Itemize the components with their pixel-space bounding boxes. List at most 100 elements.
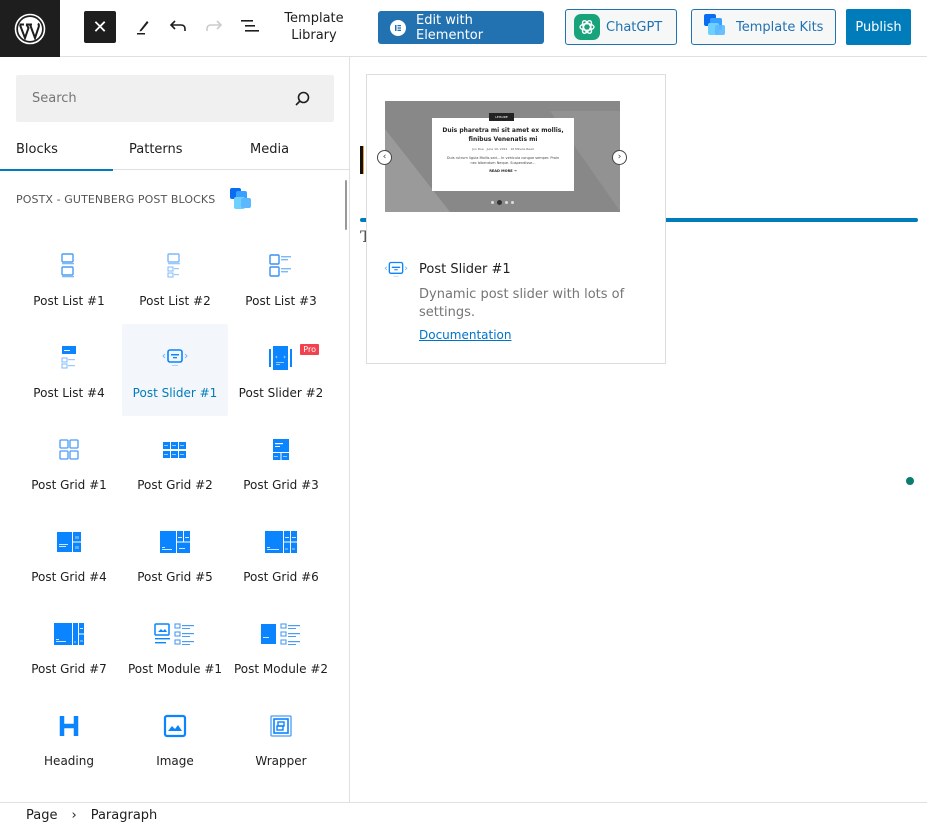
block-item-post-module-2[interactable]: Post Module #2 bbox=[228, 600, 334, 692]
block-inserter-panel: Blocks Patterns Media POSTX - GUTENBERG … bbox=[0, 57, 350, 802]
block-label: Post Slider #2 bbox=[238, 386, 324, 400]
close-inserter-button[interactable]: ✕ bbox=[84, 11, 116, 43]
block-label: Post Grid #4 bbox=[31, 570, 107, 584]
block-item-post-slider-2[interactable]: Pro Post Slider #2 bbox=[228, 324, 334, 416]
block-item-post-list-4[interactable]: Post List #4 bbox=[16, 324, 122, 416]
block-label: Post Grid #2 bbox=[137, 478, 213, 492]
canvas-heading-fragment[interactable] bbox=[360, 146, 364, 174]
template-kits-button[interactable]: Template Kits bbox=[691, 9, 836, 45]
chatgpt-button[interactable]: ChatGPT bbox=[565, 9, 677, 45]
elementor-icon bbox=[390, 19, 406, 36]
block-item-post-grid-3[interactable]: Post Grid #3 bbox=[228, 416, 334, 508]
undo-icon bbox=[169, 20, 186, 31]
chatgpt-logo-icon bbox=[574, 14, 600, 40]
slide-author: Jon Doe bbox=[472, 147, 484, 151]
search-input[interactable] bbox=[16, 75, 276, 122]
chevron-left-icon: ‹ bbox=[377, 150, 392, 165]
category-title: POSTX - GUTENBERG POST BLOCKS bbox=[16, 192, 216, 206]
block-label: Wrapper bbox=[255, 754, 307, 768]
post-grid-3-icon bbox=[257, 432, 305, 468]
editor-toolbar: ✕ Template Library Edit with Elementor C… bbox=[0, 0, 927, 57]
category-header: POSTX - GUTENBERG POST BLOCKS bbox=[16, 187, 253, 211]
block-list: Post List #1 Post List #2 Post List #3 P… bbox=[16, 232, 334, 784]
tab-blocks[interactable]: Blocks bbox=[0, 129, 113, 171]
breadcrumb-paragraph[interactable]: Paragraph bbox=[91, 808, 158, 823]
post-grid-2-icon bbox=[151, 432, 199, 468]
wordpress-logo-button[interactable] bbox=[0, 0, 60, 57]
block-preview-image: LEISURE Duis pharetra mi sit amet ex mol… bbox=[385, 101, 620, 212]
post-slider-2-icon: Pro bbox=[257, 340, 319, 376]
pro-badge: Pro bbox=[300, 344, 319, 355]
elementor-button-label: Edit with Elementor bbox=[415, 12, 484, 43]
pencil-icon bbox=[137, 21, 149, 35]
list-view-icon bbox=[241, 20, 259, 32]
template-library-button[interactable]: Template Library bbox=[278, 10, 350, 44]
post-module-2-icon bbox=[257, 616, 305, 652]
block-breadcrumb: Page › Paragraph bbox=[0, 802, 927, 827]
post-module-1-icon bbox=[151, 616, 199, 652]
postx-logo-icon bbox=[703, 13, 727, 41]
edit-tool-button[interactable] bbox=[130, 14, 154, 38]
slide-read-time: 10 Minute Read bbox=[510, 147, 534, 151]
publish-button[interactable]: Publish bbox=[846, 9, 911, 45]
document-overview-button[interactable] bbox=[238, 14, 262, 38]
slide-date: June 10, 2021 bbox=[486, 147, 508, 151]
close-icon: ✕ bbox=[92, 16, 108, 38]
redo-button[interactable] bbox=[202, 14, 226, 38]
block-item-post-grid-2[interactable]: Post Grid #2 bbox=[122, 416, 228, 508]
block-item-wrapper[interactable]: Wrapper bbox=[228, 692, 334, 784]
block-preview-popover: LEISURE Duis pharetra mi sit amet ex mol… bbox=[366, 74, 666, 364]
block-label: Post Grid #3 bbox=[243, 478, 319, 492]
tab-patterns[interactable]: Patterns bbox=[113, 129, 227, 170]
block-item-post-grid-5[interactable]: Post Grid #5 bbox=[122, 508, 228, 600]
wordpress-icon bbox=[14, 13, 46, 44]
slide-dots bbox=[491, 200, 514, 205]
post-grid-4-icon bbox=[45, 524, 93, 560]
block-item-image[interactable]: Image bbox=[122, 692, 228, 784]
preview-block-description: Dynamic post slider with lots of setting… bbox=[419, 287, 625, 320]
undo-button[interactable] bbox=[166, 14, 190, 38]
scrollbar-thumb[interactable] bbox=[345, 180, 347, 230]
block-label: Post Module #1 bbox=[127, 662, 223, 676]
chatgpt-button-label: ChatGPT bbox=[606, 19, 663, 35]
block-label: Post Grid #5 bbox=[137, 570, 213, 584]
post-grid-1-icon bbox=[45, 432, 93, 468]
status-dot bbox=[906, 477, 914, 485]
slide-read-more: READ MORE → bbox=[489, 169, 517, 173]
template-kits-label: Template Kits bbox=[736, 19, 824, 35]
block-label: Post List #3 bbox=[245, 294, 317, 308]
post-grid-5-icon bbox=[151, 524, 199, 560]
block-label: Post List #2 bbox=[139, 294, 211, 308]
inserter-tabs: Blocks Patterns Media bbox=[0, 129, 349, 171]
preview-block-title: Post Slider #1 bbox=[419, 262, 511, 277]
post-slider-1-icon bbox=[151, 340, 199, 376]
block-item-post-grid-4[interactable]: Post Grid #4 bbox=[16, 508, 122, 600]
documentation-link[interactable]: Documentation bbox=[419, 328, 512, 342]
block-item-post-list-1[interactable]: Post List #1 bbox=[16, 232, 122, 324]
search-icon bbox=[295, 91, 310, 106]
slide-excerpt: Duis rutrum ligula Mollis sed... In vehi… bbox=[446, 156, 560, 165]
postx-category-icon bbox=[230, 188, 252, 209]
block-item-post-grid-1[interactable]: Post Grid #1 bbox=[16, 416, 122, 508]
image-icon bbox=[151, 708, 199, 744]
wrapper-icon bbox=[257, 708, 305, 744]
edit-with-elementor-button[interactable]: Edit with Elementor bbox=[378, 11, 544, 44]
block-item-post-grid-6[interactable]: Post Grid #6 bbox=[228, 508, 334, 600]
tab-media[interactable]: Media bbox=[227, 129, 349, 170]
block-item-post-slider-1[interactable]: Post Slider #1 bbox=[122, 324, 228, 416]
block-label: Post List #4 bbox=[33, 386, 105, 400]
post-list-1-icon bbox=[45, 248, 93, 284]
post-list-4-icon bbox=[45, 340, 93, 376]
chevron-right-icon: › bbox=[71, 807, 77, 823]
block-item-post-module-1[interactable]: Post Module #1 bbox=[122, 600, 228, 692]
block-item-heading[interactable]: Heading bbox=[16, 692, 122, 784]
block-label: Heading bbox=[44, 754, 94, 768]
breadcrumb-page[interactable]: Page bbox=[26, 808, 57, 823]
slide-card: LEISURE Duis pharetra mi sit amet ex mol… bbox=[432, 113, 574, 191]
post-slider-1-icon bbox=[384, 261, 408, 277]
redo-icon bbox=[206, 20, 223, 31]
block-item-post-grid-7[interactable]: Post Grid #7 bbox=[16, 600, 122, 692]
heading-icon bbox=[45, 708, 93, 744]
block-item-post-list-3[interactable]: Post List #3 bbox=[228, 232, 334, 324]
block-item-post-list-2[interactable]: Post List #2 bbox=[122, 232, 228, 324]
